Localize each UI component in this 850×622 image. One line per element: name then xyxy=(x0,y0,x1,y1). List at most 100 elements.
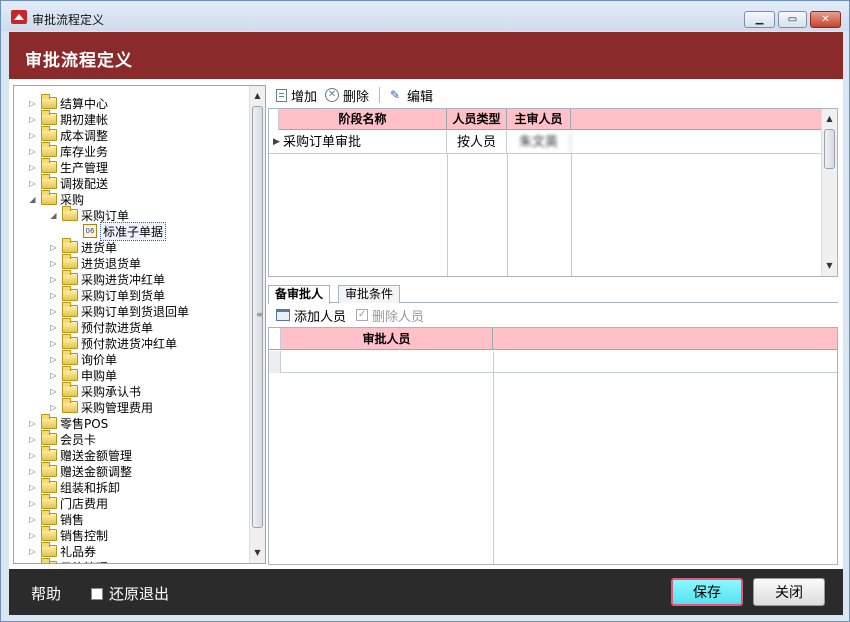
tree-item[interactable]: ▷ 结算中心 xyxy=(28,94,108,111)
expand-arrow-icon[interactable]: ▷ xyxy=(28,515,37,524)
tree-item[interactable]: ▷ 礼品券 xyxy=(28,542,97,559)
tree-item[interactable]: ▷ 预付款进货单 xyxy=(49,318,153,335)
module-tree: ▷ 结算中心 ▷ 期初建帐 ▷ 成本调整 ▷ 库存业务 ▷ 生产管理 ▷ 调拨配送 ◢ 采购 ◢ 采购订单 06… xyxy=(13,85,266,564)
tree-item[interactable]: ▷ 采购订单到货单 xyxy=(49,286,165,303)
expand-arrow-icon[interactable]: ▷ xyxy=(28,163,37,172)
tree-item-label: 期初建帐 xyxy=(60,112,109,127)
open-folder-icon xyxy=(276,309,290,321)
checkbox-icon[interactable] xyxy=(91,587,103,600)
scroll-thumb[interactable] xyxy=(824,129,835,169)
edit-stage-button[interactable]: ✎ 编辑 xyxy=(390,86,433,105)
tab-approval-conditions[interactable]: 审批条件 xyxy=(338,285,401,303)
collapse-arrow-icon[interactable]: ◢ xyxy=(49,211,58,220)
column-header-person-type[interactable]: 人员类型 xyxy=(447,109,507,130)
tree-item[interactable]: ▷ 会员卡 xyxy=(28,430,96,447)
save-button[interactable]: 保存 xyxy=(671,578,743,606)
expand-arrow-icon[interactable]: ▷ xyxy=(28,483,37,492)
tree-item[interactable]: ▷ 零售POS xyxy=(28,414,108,431)
expand-arrow-icon[interactable]: ▷ xyxy=(49,259,58,268)
scroll-up-icon[interactable]: ▲ xyxy=(250,88,265,104)
expand-arrow-icon[interactable]: ▷ xyxy=(49,339,58,348)
tree-item[interactable]: 06 标准子单据 xyxy=(70,221,167,241)
expand-arrow-icon[interactable]: ▷ xyxy=(49,291,58,300)
tree-item[interactable]: ▷ 库存业务 xyxy=(28,142,109,159)
tree-item[interactable]: ▷ 生产管理 xyxy=(28,158,108,175)
tree-item[interactable]: ▷ 期初建帐 xyxy=(28,110,109,127)
expand-arrow-icon[interactable]: ▷ xyxy=(49,403,58,412)
tree-scrollbar[interactable]: ▲ ≡ ▼ xyxy=(249,86,265,563)
scroll-down-icon[interactable]: ▼ xyxy=(250,545,265,561)
tree-item-label: 销售控制 xyxy=(60,528,109,543)
stage-grid-scrollbar[interactable]: ▲ ▼ xyxy=(821,109,837,276)
help-link[interactable]: 帮助 xyxy=(31,583,61,604)
scroll-down-icon[interactable]: ▼ xyxy=(822,258,837,274)
tree-item[interactable]: ▷ 进货单 xyxy=(49,238,117,255)
add-stage-button[interactable]: 增加 xyxy=(276,86,317,105)
restore-exit-checkbox[interactable]: 还原退出 xyxy=(91,583,169,604)
tree-item-label: 询价单 xyxy=(81,352,118,367)
expand-arrow-icon[interactable]: ▷ xyxy=(49,243,58,252)
delete-approver-button[interactable]: ✓ 删除人员 xyxy=(356,306,424,325)
add-approver-button[interactable]: 添加人员 xyxy=(276,306,346,325)
close-window-button[interactable]: ✕ xyxy=(810,11,841,28)
person-type-cell[interactable]: 按人员 xyxy=(447,131,507,154)
tree-item[interactable]: ▷ 询价单 xyxy=(49,350,118,367)
tree-item[interactable]: ▷ 调拨配送 xyxy=(28,174,108,191)
tree-item[interactable]: ▷ 门店费用 xyxy=(28,494,108,511)
expand-arrow-icon[interactable]: ▷ xyxy=(28,131,37,140)
minimize-button[interactable]: ▁ xyxy=(744,11,775,28)
scroll-thumb[interactable]: ≡ xyxy=(252,106,263,528)
stage-name-cell[interactable]: 采购订单审批 xyxy=(279,131,447,154)
expand-arrow-icon[interactable]: ▷ xyxy=(28,179,37,188)
tree-item[interactable]: ▷ 预付款进货冲红单 xyxy=(49,334,177,351)
tree-item-label: 礼品券 xyxy=(60,544,97,559)
expand-arrow-icon[interactable]: ▷ xyxy=(28,451,37,460)
expand-arrow-icon[interactable]: ▷ xyxy=(28,563,37,564)
column-header-approver[interactable]: 主审人员 xyxy=(507,109,571,130)
expand-arrow-icon[interactable]: ▷ xyxy=(28,531,37,540)
tree-item[interactable]: ▷ 销售控制 xyxy=(28,526,109,543)
tree-item[interactable]: ▷ 日终管理 xyxy=(28,558,108,564)
approver-cell[interactable]: 朱文英 xyxy=(507,131,571,154)
table-row[interactable] xyxy=(269,351,837,373)
scroll-up-icon[interactable]: ▲ xyxy=(822,111,837,127)
expand-arrow-icon[interactable]: ▷ xyxy=(49,323,58,332)
tree-item[interactable]: ▷ 申购单 xyxy=(49,366,117,383)
expand-arrow-icon[interactable]: ▷ xyxy=(28,435,37,444)
expand-arrow-icon[interactable]: ▷ xyxy=(28,499,37,508)
tree-item[interactable]: ▷ 成本调整 xyxy=(28,126,109,143)
tree-item[interactable]: ▷ 采购承认书 xyxy=(49,382,141,399)
table-row[interactable]: ▶ 采购订单审批 按人员 朱文英 xyxy=(269,131,822,154)
tree-item[interactable]: ▷ 赠送金额管理 xyxy=(28,446,132,463)
expand-arrow-icon[interactable]: ▷ xyxy=(28,467,37,476)
expand-arrow-icon[interactable]: ▷ xyxy=(28,419,37,428)
folder-icon xyxy=(62,286,78,301)
expand-arrow-icon[interactable]: ▷ xyxy=(49,307,58,316)
tree-item[interactable]: ▷ 采购进货冲红单 xyxy=(49,270,165,287)
tree-item[interactable]: ▷ 赠送金额调整 xyxy=(28,462,132,479)
tree-item[interactable]: ▷ 组装和拆卸 xyxy=(28,478,120,495)
expand-arrow-icon[interactable]: ▷ xyxy=(28,147,37,156)
tree-item-label: 库存业务 xyxy=(60,144,109,159)
delete-stage-button[interactable]: ✕ 删除 xyxy=(325,86,369,105)
expand-arrow-icon[interactable]: ▷ xyxy=(49,371,58,380)
expand-arrow-icon[interactable]: ▷ xyxy=(49,355,58,364)
column-header-stage-name[interactable]: 阶段名称 xyxy=(279,109,447,130)
tree-item[interactable]: ▷ 采购订单到货退回单 xyxy=(49,302,189,319)
tree-item-label: 成本调整 xyxy=(60,128,109,143)
expand-arrow-icon[interactable]: ▷ xyxy=(49,387,58,396)
expand-arrow-icon[interactable]: ▷ xyxy=(28,99,37,108)
expand-arrow-icon[interactable]: ▷ xyxy=(49,275,58,284)
tree-item[interactable]: ▷ 采购管理费用 xyxy=(49,398,153,415)
tree-item[interactable]: ▷ 销售 xyxy=(28,510,84,527)
folder-icon xyxy=(41,158,57,173)
expand-arrow-icon[interactable]: ▷ xyxy=(28,115,37,124)
tab-backup-approver[interactable]: 备审批人 xyxy=(268,285,331,304)
column-header-approver-person[interactable]: 审批人员 xyxy=(281,328,493,350)
maximize-button[interactable]: ▭ xyxy=(778,11,807,28)
tree-item[interactable]: ▷ 进货退货单 xyxy=(49,254,141,271)
close-button[interactable]: 关闭 xyxy=(753,578,825,606)
tree-item[interactable]: ◢ 采购 xyxy=(28,190,84,207)
collapse-arrow-icon[interactable]: ◢ xyxy=(28,195,37,204)
expand-arrow-icon[interactable]: ▷ xyxy=(28,547,37,556)
